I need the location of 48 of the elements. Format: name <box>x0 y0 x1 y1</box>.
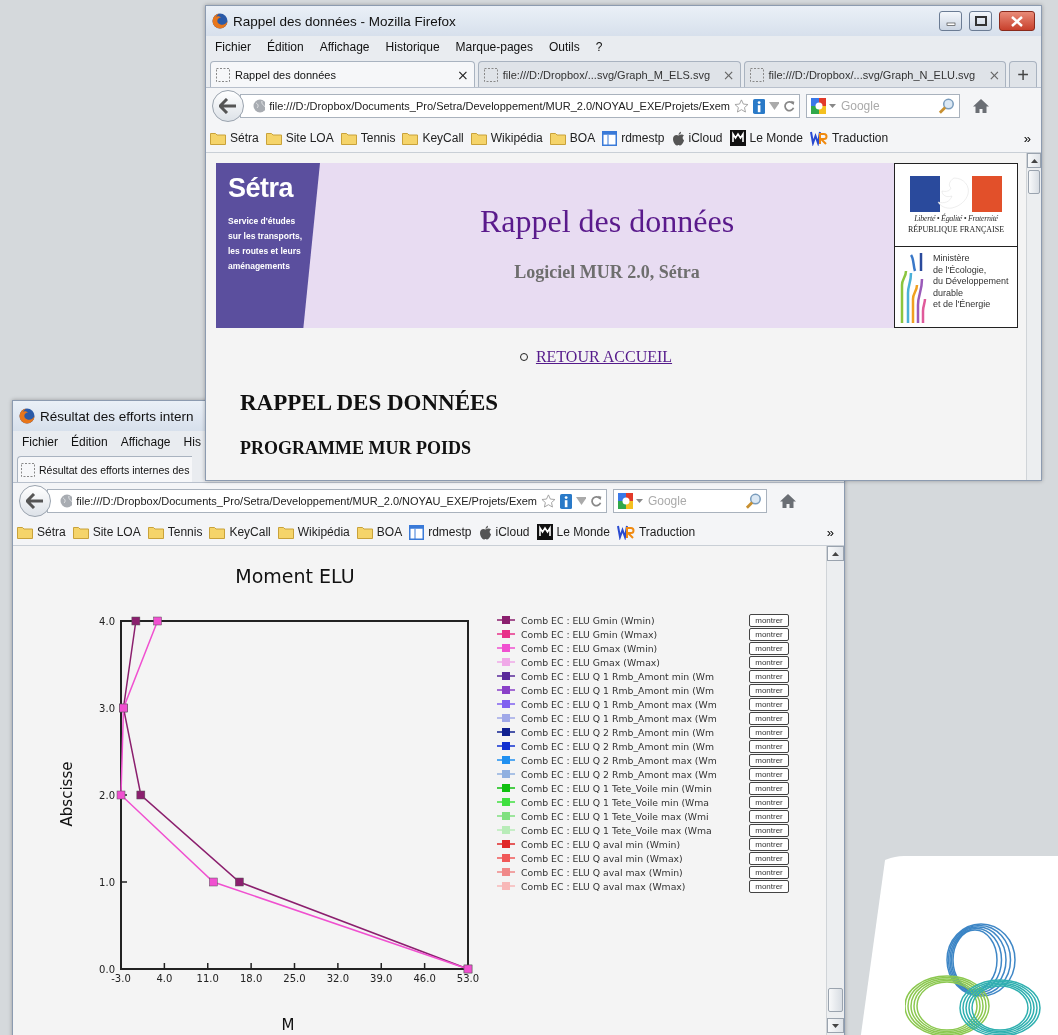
tick-label: 32.0 <box>326 973 349 984</box>
legend-label: Comb EC : ELU Gmin (Wmin) <box>521 614 655 626</box>
tick-label: 25.0 <box>283 973 306 984</box>
republic-name: RÉPUBLIQUE FRANÇAISE <box>907 225 1005 234</box>
legend-label: Comb EC : ELU Q 1 Rmb_Amont max (Wm <box>521 712 717 724</box>
legend-label: Comb EC : ELU Q aval max (Wmin) <box>521 866 683 878</box>
legend-label: Comb EC : ELU Q 2 Rmb_Amont max (Wm <box>521 768 717 780</box>
legend-label: Comb EC : ELU Q 2 Rmb_Amont max (Wm <box>521 754 717 766</box>
tick-label: 0.0 <box>99 964 115 975</box>
legend-label: Comb EC : ELU Q 1 Tete_Voile max (Wmi <box>521 810 709 822</box>
legend-label: Comb EC : ELU Q aval max (Wmax) <box>521 880 686 892</box>
legend-label: Comb EC : ELU Q 1 Rmb_Amont min (Wm <box>521 670 715 682</box>
tick-label: 1.0 <box>99 877 115 888</box>
logo-tagline: Service d'études sur les transports, les routes et leurs aménagements <box>228 215 304 273</box>
tick-label: 18.0 <box>240 973 263 984</box>
logo-name: Sétra <box>228 173 295 204</box>
subsection-heading: PROGRAMME MUR POIDS <box>240 438 472 459</box>
axis-title: Abscisse <box>58 761 76 827</box>
tick-label: 46.0 <box>413 973 436 984</box>
legend-label: Comb EC : ELU Gmin (Wmax) <box>521 628 658 640</box>
window-title: Résultat des efforts intern <box>40 408 195 424</box>
window-title: Rappel des données - Mozilla Firefox <box>233 13 457 29</box>
tick-label: 3.0 <box>99 703 115 714</box>
tick-label: 2.0 <box>99 790 115 801</box>
legend-label: Comb EC : ELU Q 1 Tete_Voile max (Wma <box>521 824 712 836</box>
legend-label: Comb EC : ELU Q 2 Rmb_Amont min (Wm <box>521 740 715 752</box>
legend-label: Comb EC : ELU Q aval min (Wmax) <box>521 852 683 864</box>
legend-label: Comb EC : ELU Q aval min (Wmin) <box>521 838 681 850</box>
chart-title: Moment ELU <box>235 565 355 587</box>
legend-label: Comb EC : ELU Gmax (Wmin) <box>521 642 658 654</box>
page-subtitle: Logiciel MUR 2.0, Sétra <box>514 262 700 283</box>
ministry-name: Ministère de l'Écologie, du Développement durable et de l'Énergie <box>933 252 1009 311</box>
legend-label: Comb EC : ELU Q 1 Rmb_Amont max (Wm <box>521 698 717 710</box>
tick-label: 4.0 <box>156 973 173 984</box>
page-title: Rappel des données <box>479 203 735 240</box>
tick-label: 39.0 <box>370 973 393 984</box>
axis-title: M <box>281 1016 295 1034</box>
tick-label: -3.0 <box>111 973 131 984</box>
tick-label: 11.0 <box>196 973 219 984</box>
motto-text: Liberté • Égalité • Fraternité <box>914 214 998 223</box>
legend-label: Comb EC : ELU Q 2 Rmb_Amont min (Wm <box>521 726 715 738</box>
section-heading: RAPPEL DES DONNÉES <box>240 390 500 416</box>
legend-label: Comb EC : ELU Q 1 Tete_Voile min (Wmin <box>521 782 712 794</box>
legend-label: Comb EC : ELU Q 1 Rmb_Amont min (Wm <box>521 684 715 696</box>
legend-label: Comb EC : ELU Gmax (Wmax) <box>521 656 660 668</box>
legend-label: Comb EC : ELU Q 1 Tete_Voile min (Wma <box>521 796 710 808</box>
tick-label: 53.0 <box>456 973 480 984</box>
tick-label: 4.0 <box>99 616 115 627</box>
